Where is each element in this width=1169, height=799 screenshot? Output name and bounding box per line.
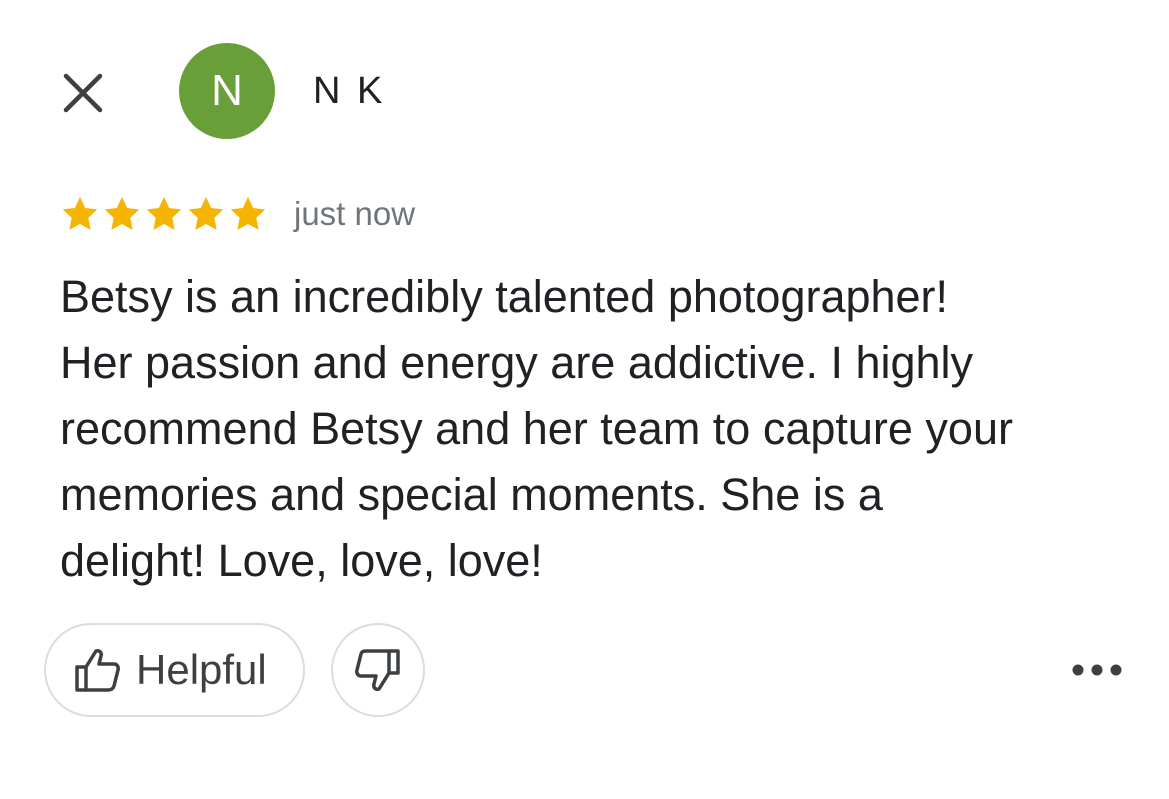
thumbs-down-icon	[354, 649, 400, 691]
review-text: Betsy is an incredibly talented photogra…	[60, 271, 1013, 586]
thumbs-up-icon	[75, 649, 120, 692]
star-icon	[104, 197, 140, 230]
avatar-initial: N	[211, 66, 243, 115]
review-card: N N K just now Betsy is an incredibly ta…	[0, 0, 1169, 799]
star-rating	[60, 194, 268, 234]
more-options-button[interactable]	[1062, 640, 1132, 700]
review-header: N N K	[0, 0, 1169, 190]
not-helpful-button[interactable]	[330, 623, 425, 717]
star-icon	[146, 197, 182, 230]
star-icon	[230, 197, 266, 230]
helpful-button[interactable]: Helpful	[44, 623, 305, 717]
more-horizontal-icon	[1072, 664, 1122, 676]
star-icon	[188, 197, 224, 230]
close-icon	[63, 73, 103, 113]
avatar[interactable]: N	[179, 43, 275, 139]
helpful-label: Helpful	[136, 646, 267, 693]
review-actions: Helpful	[44, 622, 425, 718]
star-icon	[62, 197, 98, 230]
close-button[interactable]	[52, 62, 114, 124]
rating-row: just now	[60, 190, 415, 238]
reviewer-name[interactable]: N K	[313, 70, 385, 113]
review-timestamp: just now	[294, 195, 416, 232]
